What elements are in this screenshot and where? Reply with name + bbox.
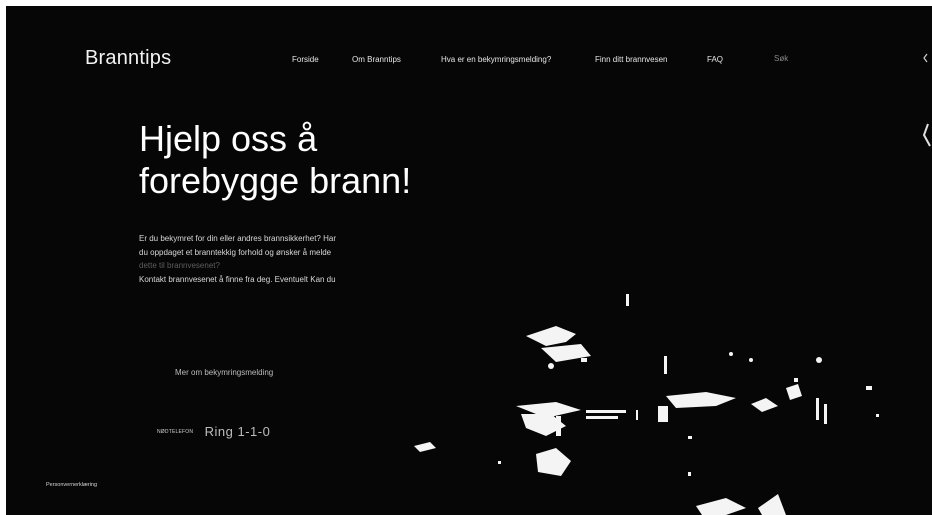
hero-paragraph-line: dette til brannvesenet? xyxy=(139,261,220,270)
nav-item-faq[interactable]: FAQ xyxy=(707,55,723,64)
more-about-link[interactable]: Mer om bekymringsmelding xyxy=(175,368,273,377)
nav-item-om-branntips[interactable]: Om Branntips xyxy=(352,55,401,64)
site-logo[interactable]: Branntips xyxy=(85,47,171,70)
hero-title: Hjelp oss å forebygge brann! xyxy=(139,118,559,202)
hero-paragraph-line: Kontakt brannvesenet å finne fra deg. Ev… xyxy=(139,274,336,284)
hero-title-line-2: forebygge brann! xyxy=(139,160,412,201)
emergency-number[interactable]: Ring 1-1-0 xyxy=(205,424,271,439)
privacy-link[interactable]: Personvernerklæring xyxy=(46,482,97,488)
fire-scene-image xyxy=(414,294,879,515)
nav-item-forside[interactable]: Forside xyxy=(292,55,319,64)
emergency-call[interactable]: NØDTELEFON Ring 1-1-0 xyxy=(157,423,270,441)
nav-item-bekymringsmelding[interactable]: Hva er en bekymringsmelding? xyxy=(441,55,551,64)
emergency-label: NØDTELEFON xyxy=(157,428,194,435)
hero-paragraph-line: du oppdaget et branntekkig forhold og øn… xyxy=(139,247,332,257)
chevron-left-icon xyxy=(922,123,931,147)
page-frame: Branntips Forside Om Branntips Hva er en… xyxy=(6,6,932,515)
nav-item-finn-brannvesen[interactable]: Finn ditt brannvesen xyxy=(595,55,668,64)
hero-title-line-1: Hjelp oss å xyxy=(139,118,318,159)
hero-paragraph-line: Er du bekymret for din eller andres bran… xyxy=(139,234,336,243)
menu-icon[interactable] xyxy=(923,53,931,63)
hero-paragraph: Er du bekymret for din eller andres bran… xyxy=(139,232,409,286)
search-input[interactable]: Søk xyxy=(774,54,788,63)
